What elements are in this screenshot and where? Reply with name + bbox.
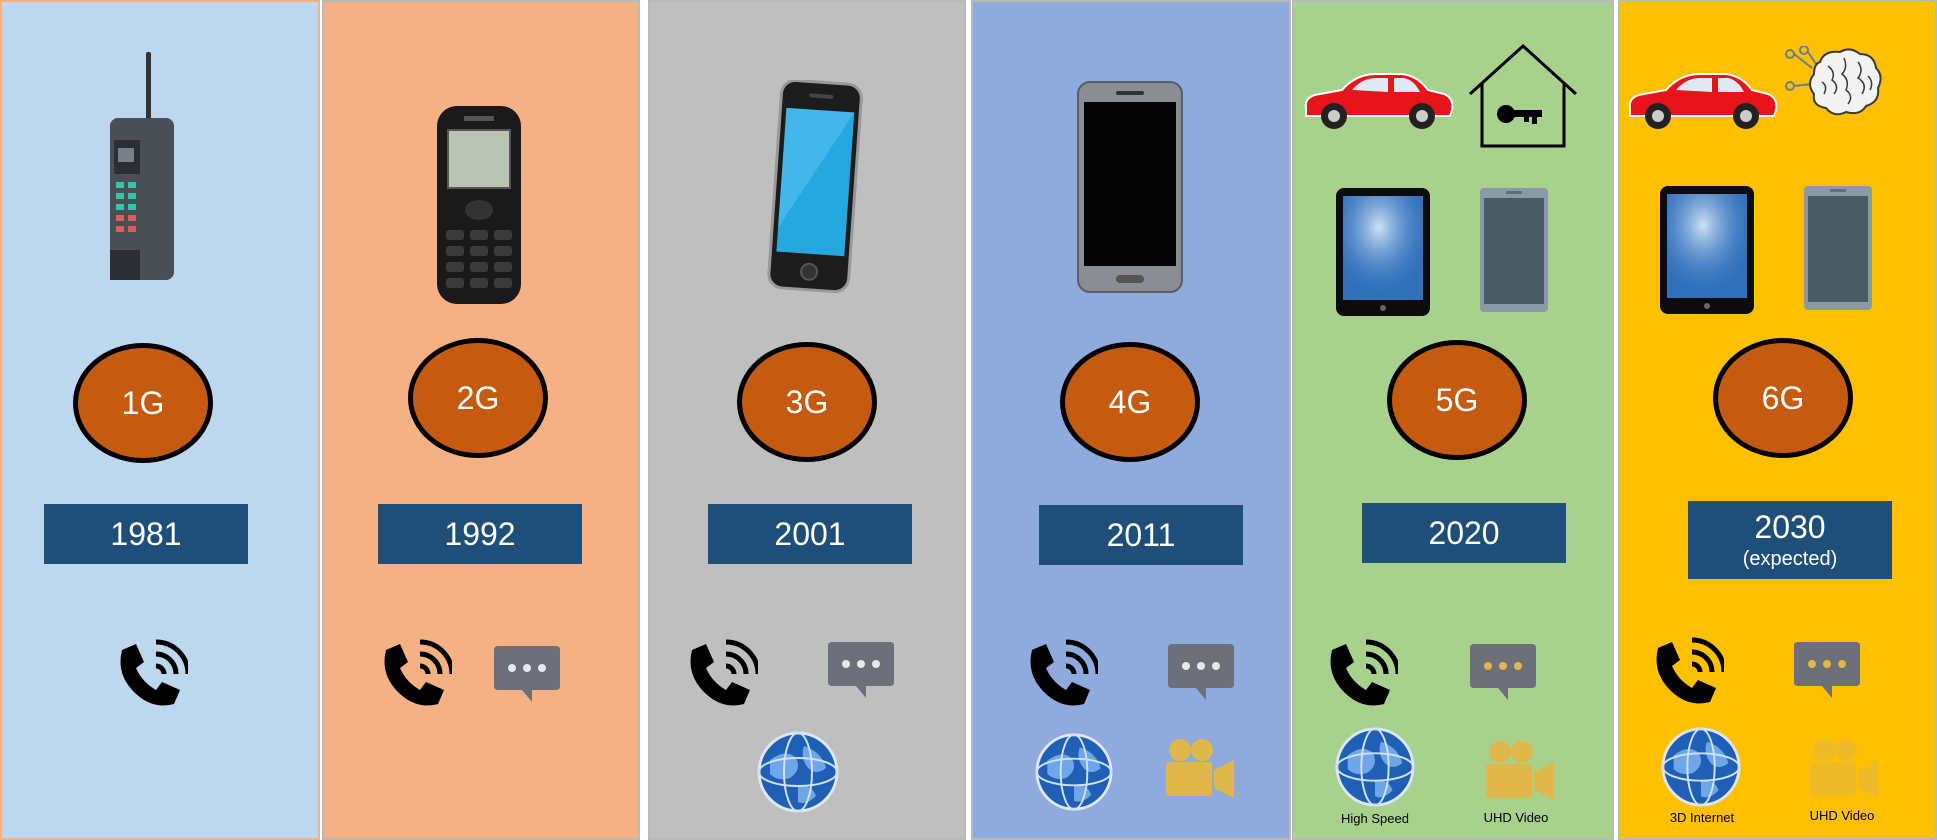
- year-label-5g: 2020: [1428, 514, 1500, 551]
- generation-badge-4g: 4G: [1060, 342, 1200, 462]
- caption-uhd-video: UHD Video: [1483, 810, 1549, 825]
- year-box-6g: 2030 (expected): [1688, 501, 1892, 579]
- ai-brain-icon: [1784, 46, 1884, 130]
- year-box-4g: 2011: [1039, 505, 1243, 565]
- year-label-2g: 1992: [444, 515, 516, 552]
- globe-internet-icon: [1034, 732, 1114, 812]
- sms-message-icon: [826, 638, 896, 700]
- voice-call-icon: [682, 638, 758, 714]
- year-label-1g: 1981: [110, 515, 182, 552]
- video-camera-icon: [1162, 736, 1236, 800]
- voice-call-icon: [112, 638, 188, 714]
- globe-internet-icon: [756, 730, 840, 814]
- generation-badge-3g: 3G: [737, 342, 877, 462]
- video-camera-icon: [1482, 738, 1556, 802]
- year-label-4g: 2011: [1106, 516, 1176, 553]
- globe-internet-icon: [1334, 726, 1416, 808]
- sms-message-icon: [1468, 640, 1538, 702]
- year-label-3g: 2001: [774, 515, 846, 552]
- year-box-2g: 1992: [378, 504, 582, 564]
- voice-call-icon: [1022, 638, 1098, 714]
- generation-badge-2g: 2G: [408, 338, 548, 458]
- mobile-device-icon: [1802, 184, 1874, 312]
- caption-3d-internet: 3D Internet: [1669, 810, 1735, 825]
- car-icon: [1624, 68, 1780, 132]
- globe-internet-icon: [1660, 726, 1742, 808]
- feature-phone-icon: [434, 104, 524, 306]
- year-box-5g: 2020: [1362, 503, 1566, 563]
- voice-call-icon: [1648, 636, 1724, 712]
- voice-call-icon: [376, 638, 452, 714]
- mobile-device-icon: [1478, 186, 1550, 314]
- smart-home-key-icon: [1466, 42, 1580, 150]
- tablet-icon: [1658, 184, 1756, 316]
- tablet-icon: [1334, 186, 1432, 318]
- generation-badge-1g: 1G: [73, 343, 213, 463]
- caption-uhd-video: UHD Video: [1809, 808, 1875, 823]
- sms-message-icon: [1166, 640, 1236, 702]
- voice-call-icon: [1322, 638, 1398, 714]
- caption-high-speed: High Speed: [1341, 811, 1409, 826]
- android-phone-icon: [1076, 80, 1184, 294]
- smartphone-icon: [765, 80, 865, 294]
- year-box-1g: 1981: [44, 504, 248, 564]
- year-note-6g: (expected): [1742, 548, 1838, 570]
- sms-message-icon: [492, 642, 562, 704]
- generation-badge-5g: 5G: [1387, 340, 1527, 460]
- sms-message-icon: [1792, 638, 1862, 700]
- brick-phone-icon: [104, 50, 180, 286]
- year-box-3g: 2001: [708, 504, 912, 564]
- car-icon: [1300, 68, 1456, 132]
- generation-badge-6g: 6G: [1713, 338, 1853, 458]
- year-label-6g: 2030: [1754, 509, 1826, 545]
- video-camera-icon: [1806, 736, 1880, 800]
